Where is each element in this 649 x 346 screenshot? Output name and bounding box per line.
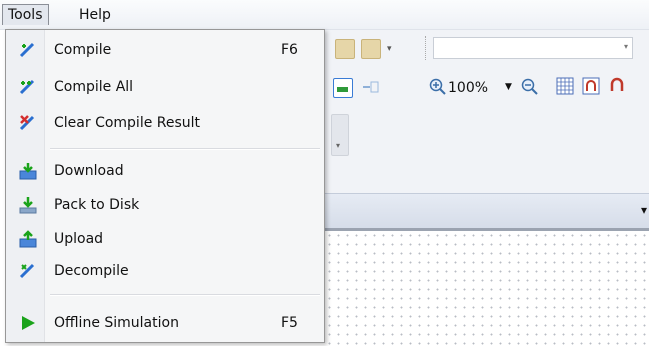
combo-arrow-icon[interactable]: ▾ [624,42,628,51]
offline-simulation-shortcut: F5 [281,315,298,331]
zoom-out-icon[interactable] [521,78,539,96]
copy-icon[interactable] [335,39,355,59]
compile-all-label: Compile All [54,79,134,95]
zoom-level[interactable]: 100% [448,80,488,96]
compile-label: Compile [54,42,112,58]
menu-tools[interactable]: Tools [2,4,49,25]
menu-item-upload[interactable]: Upload [6,226,324,252]
clear-compile-icon [19,114,37,132]
play-icon [19,314,37,332]
upload-label: Upload [54,231,104,247]
clear-compile-label: Clear Compile Result [54,115,201,131]
pack-to-disk-icon [19,196,37,214]
download-icon [19,162,37,180]
menu-separator [50,294,320,296]
insert-icon[interactable] [361,78,379,96]
magnet-icon[interactable] [608,77,626,95]
menu-item-compile-all[interactable]: Compile All [6,74,324,100]
menu-item-clear-compile[interactable]: Clear Compile Result [6,110,324,136]
upload-icon [19,230,37,248]
tools-menu: Compile F6 Compile All Clear Compile Res… [5,29,325,343]
zoom-dropdown-icon[interactable]: ▼ [505,82,512,92]
menu-item-decompile[interactable]: Decompile [6,258,324,284]
view-icon[interactable] [333,78,353,98]
pack-to-disk-label: Pack to Disk [54,197,140,213]
compile-shortcut: F6 [281,42,298,58]
decompile-icon [19,262,37,280]
download-label: Download [54,163,124,179]
menu-item-pack-to-disk[interactable]: Pack to Disk [6,192,324,218]
menu-item-offline-simulation[interactable]: Offline Simulation F5 [6,310,324,336]
menu-item-compile[interactable]: Compile F6 [6,37,324,63]
toolbar-grip [425,36,428,60]
panel-dropdown-icon[interactable]: ▾ [641,203,647,217]
panel-header: ▾ [325,193,649,229]
grid-icon[interactable] [556,77,574,95]
font-combo[interactable]: ▾ [433,37,633,59]
paste-icon[interactable] [361,39,381,59]
zoom-in-icon[interactable] [429,78,447,96]
offline-simulation-label: Offline Simulation [54,315,179,331]
decompile-label: Decompile [54,263,129,279]
design-canvas[interactable] [325,228,649,346]
toolbar-row-3: ▾ [325,108,649,193]
menu-help[interactable]: Help [74,5,116,25]
compile-icon [19,41,37,59]
menu-separator [50,148,320,150]
snap-icon[interactable] [582,77,600,95]
menu-item-download[interactable]: Download [6,158,324,184]
menu-bar: Tools Help [0,0,649,30]
toolbar-overflow[interactable]: ▾ [331,114,349,156]
overflow-icon[interactable]: ▾ [387,44,397,60]
compile-all-icon [19,78,37,96]
